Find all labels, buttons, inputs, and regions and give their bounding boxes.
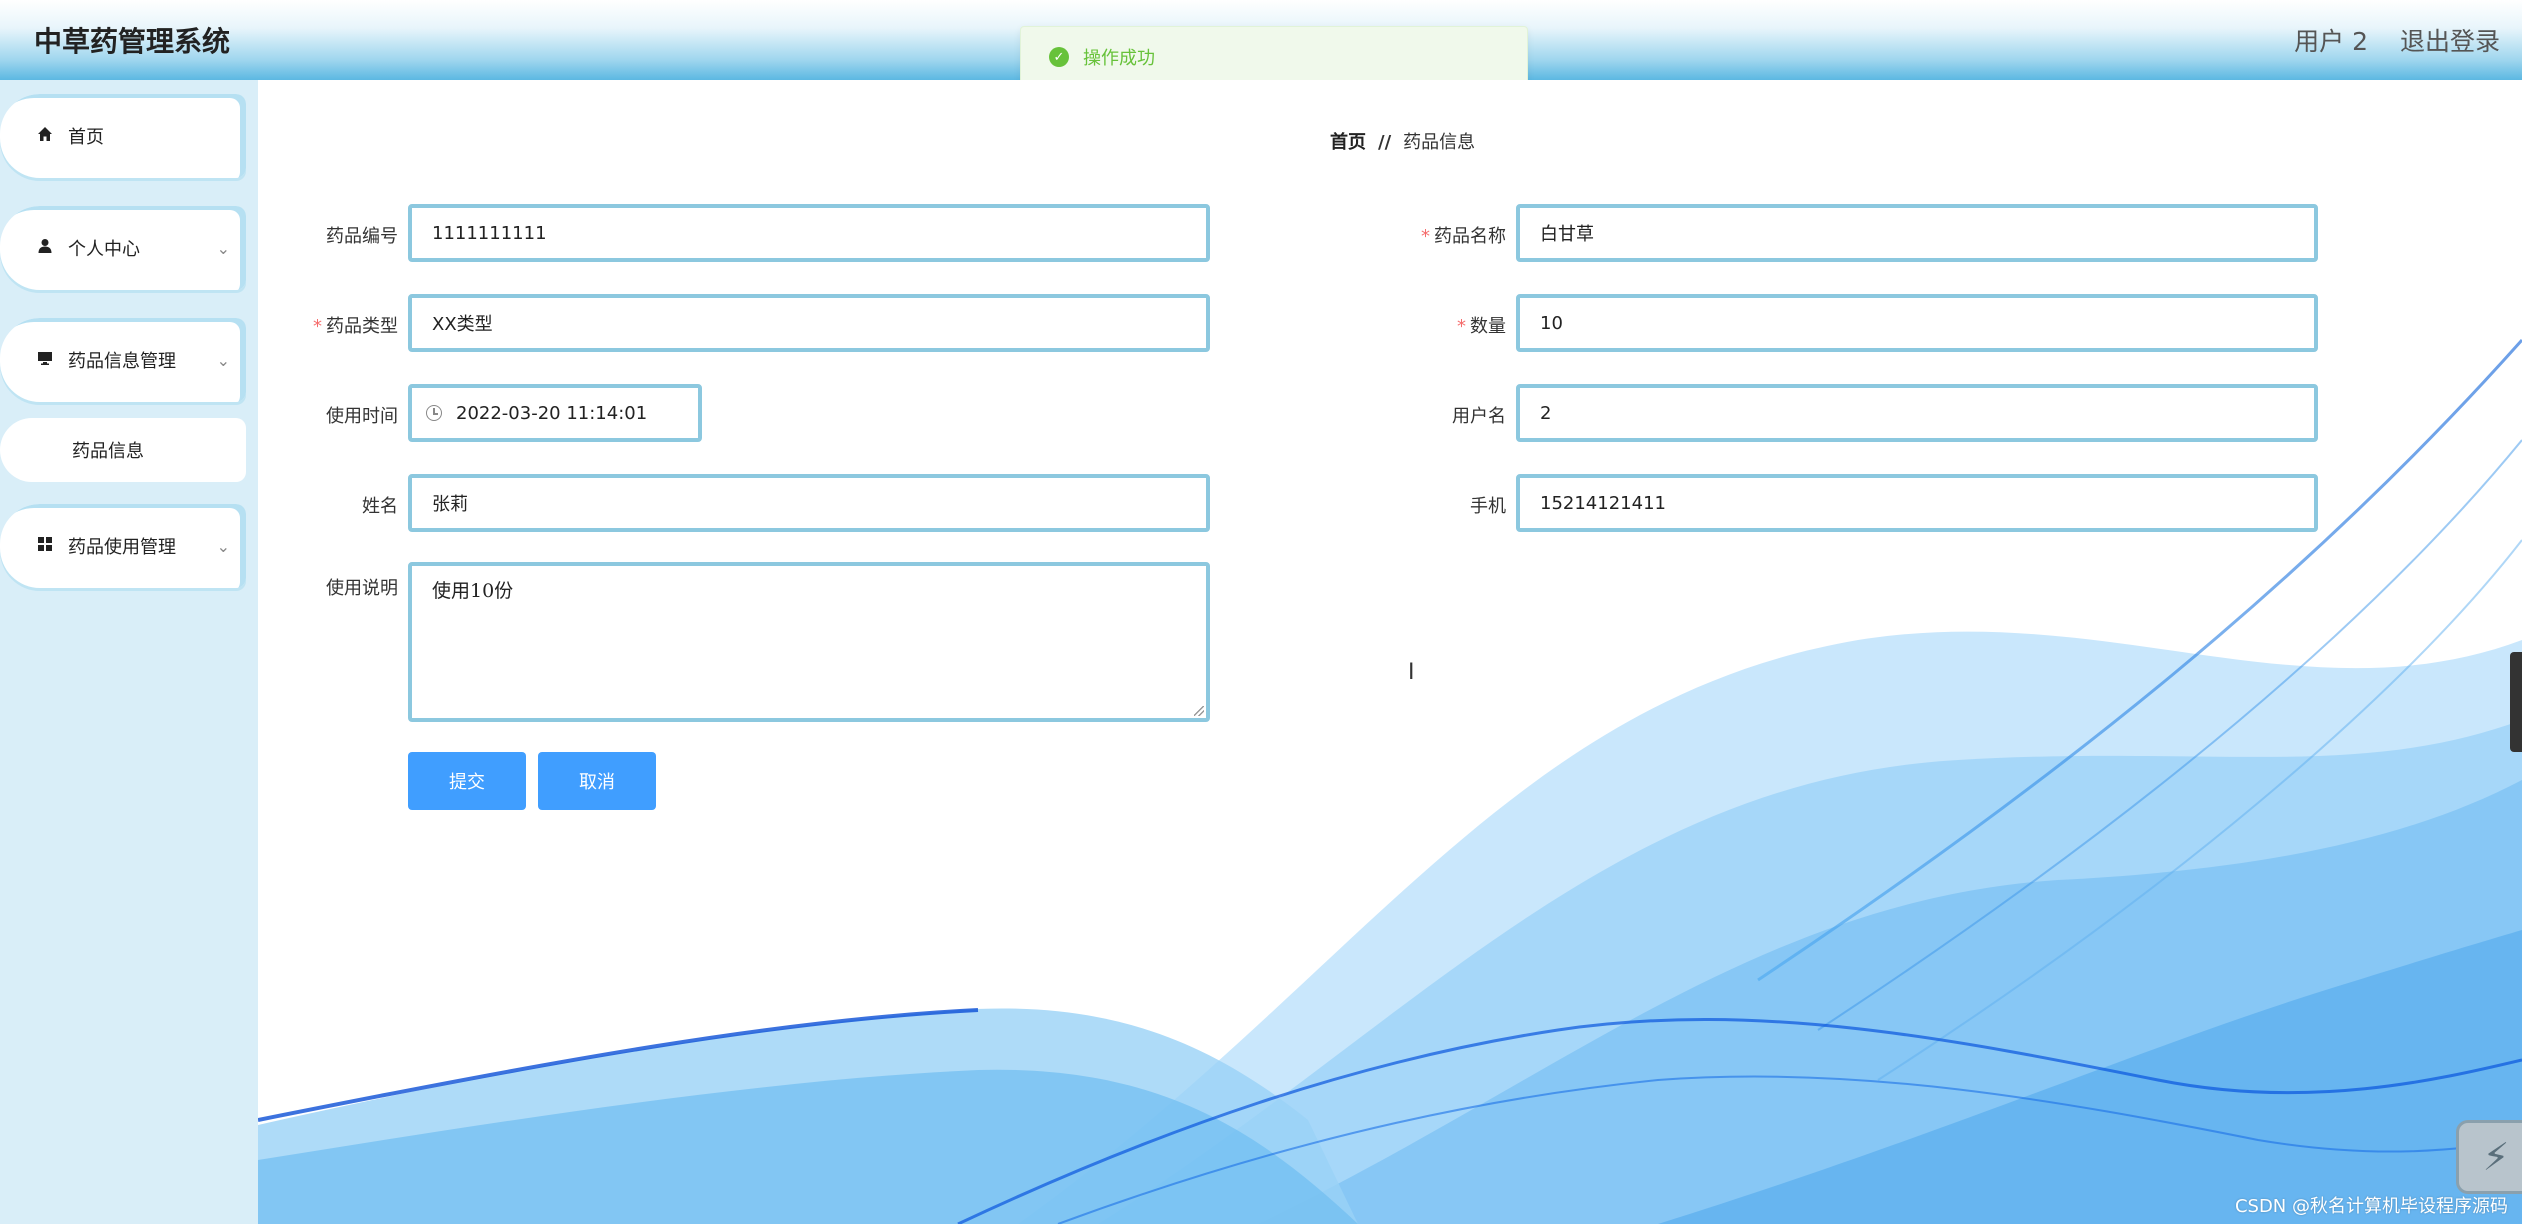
quantity-input[interactable]: 10 bbox=[1516, 294, 2318, 352]
success-toast: ✓ 操作成功 bbox=[1020, 26, 1528, 88]
label-phone: 手机 bbox=[1366, 492, 1506, 518]
sidebar-item-label: 药品信息 bbox=[72, 441, 144, 462]
monitor-icon bbox=[34, 350, 56, 370]
label-use-time: 使用时间 bbox=[258, 402, 398, 428]
floating-tool-button[interactable]: ⚡ bbox=[2456, 1120, 2522, 1194]
sidebar-item-label: 个人中心 bbox=[68, 239, 140, 260]
label-realname: 姓名 bbox=[258, 492, 398, 518]
realname-input[interactable]: 张莉 bbox=[408, 474, 1210, 532]
textarea-value: 使用10份 bbox=[432, 580, 514, 602]
toast-message: 操作成功 bbox=[1083, 48, 1155, 69]
input-value: 白甘草 bbox=[1540, 224, 1594, 245]
label-text: 数量 bbox=[1470, 316, 1506, 337]
clock-icon bbox=[426, 405, 442, 421]
label-text: 姓名 bbox=[362, 496, 398, 517]
logout-link[interactable]: 退出登录 bbox=[2400, 22, 2500, 58]
sidebar-item-label: 药品使用管理 bbox=[68, 537, 176, 558]
chevron-down-icon: ⌄ bbox=[216, 350, 230, 370]
label-text: 使用时间 bbox=[326, 406, 398, 427]
label-text: 手机 bbox=[1470, 496, 1506, 517]
scrollbar-handle[interactable] bbox=[2510, 652, 2522, 752]
watermark: CSDN @秋名计算机毕设程序源码 bbox=[2234, 1196, 2508, 1217]
sidebar-item-label: 药品信息管理 bbox=[68, 351, 176, 372]
input-value: 10 bbox=[1540, 312, 1563, 334]
username-input[interactable]: 2 bbox=[1516, 384, 2318, 442]
sidebar-item-home[interactable]: 首页 bbox=[0, 94, 246, 178]
label-text: 使用说明 bbox=[326, 578, 398, 599]
label-username: 用户名 bbox=[1366, 402, 1506, 428]
label-quantity: * 数量 bbox=[1366, 312, 1506, 338]
app-title: 中草药管理系统 bbox=[34, 25, 231, 58]
resize-handle[interactable] bbox=[1194, 706, 1204, 716]
main-content: 首页//药品信息 药品编号 1111111111 * 药品名称 白甘草 * 药品类型… bbox=[258, 80, 2522, 1224]
label-text: 药品名称 bbox=[1434, 226, 1506, 247]
sidebar-item-personal-center[interactable]: 个人中心 ⌄ bbox=[0, 206, 246, 290]
required-mark: * bbox=[1457, 316, 1466, 337]
user-icon bbox=[34, 238, 56, 258]
sidebar-item-drug-info-management[interactable]: 药品信息管理 ⌄ bbox=[0, 318, 246, 402]
label-notes: 使用说明 bbox=[258, 574, 398, 600]
check-circle-icon: ✓ bbox=[1049, 47, 1069, 67]
drug-name-input[interactable]: 白甘草 bbox=[1516, 204, 2318, 262]
label-text: 药品类型 bbox=[326, 316, 398, 337]
input-value: XX类型 bbox=[432, 314, 493, 335]
phone-input[interactable]: 15214121411 bbox=[1516, 474, 2318, 532]
header-user-area: 用户 2 退出登录 bbox=[2294, 22, 2500, 58]
input-value: 1111111111 bbox=[432, 222, 547, 244]
label-drug-code: 药品编号 bbox=[258, 222, 398, 248]
required-mark: * bbox=[313, 316, 322, 337]
breadcrumb-separator: // bbox=[1378, 132, 1392, 153]
home-icon bbox=[34, 126, 56, 146]
submit-button[interactable]: 提交 bbox=[408, 752, 526, 810]
sidebar: 首页 个人中心 ⌄ 药品信息管理 ⌄ 药品信息 药品使用管理 ⌄ bbox=[0, 80, 258, 1224]
chevron-down-icon: ⌄ bbox=[216, 238, 230, 258]
sidebar-item-drug-usage-management[interactable]: 药品使用管理 ⌄ bbox=[0, 504, 246, 588]
chevron-down-icon: ⌄ bbox=[216, 536, 230, 556]
label-text: 用户名 bbox=[1452, 406, 1506, 427]
drug-type-input[interactable]: XX类型 bbox=[408, 294, 1210, 352]
cancel-button[interactable]: 取消 bbox=[538, 752, 656, 810]
notes-textarea[interactable]: 使用10份 bbox=[408, 562, 1210, 722]
sidebar-item-drug-info[interactable]: 药品信息 bbox=[0, 418, 246, 482]
label-drug-type: * 药品类型 bbox=[258, 312, 398, 338]
input-value: 15214121411 bbox=[1540, 492, 1666, 514]
grid-icon bbox=[34, 536, 56, 556]
required-mark: * bbox=[1421, 226, 1430, 247]
user-label[interactable]: 用户 2 bbox=[2294, 22, 2368, 58]
use-time-picker[interactable]: 2022-03-20 11:14:01 bbox=[408, 384, 702, 442]
breadcrumb-home[interactable]: 首页 bbox=[1330, 132, 1366, 153]
breadcrumb-current: 药品信息 bbox=[1403, 132, 1476, 153]
input-value: 2 bbox=[1540, 402, 1552, 424]
input-value: 张莉 bbox=[432, 494, 468, 515]
input-value: 2022-03-20 11:14:01 bbox=[456, 402, 648, 424]
text-cursor-icon: I bbox=[1408, 660, 1415, 685]
breadcrumb: 首页 // 药品信息 bbox=[1330, 128, 1475, 154]
drug-code-input[interactable]: 1111111111 bbox=[408, 204, 1210, 262]
sidebar-item-label: 首页 bbox=[68, 127, 104, 148]
label-drug-name: * 药品名称 bbox=[1366, 222, 1506, 248]
label-text: 药品编号 bbox=[326, 226, 398, 247]
